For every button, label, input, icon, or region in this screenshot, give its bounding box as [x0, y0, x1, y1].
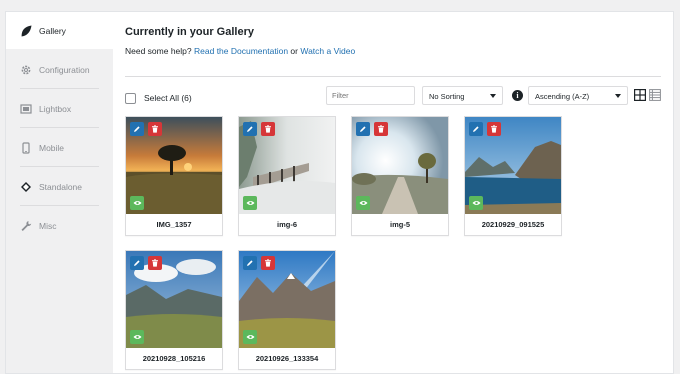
edit-button[interactable]	[243, 256, 257, 270]
delete-button[interactable]	[487, 122, 501, 136]
settings-panel: Gallery Configuration Lightbox Mobile St…	[5, 11, 674, 374]
edit-button[interactable]	[130, 122, 144, 136]
sidebar-item-label: Standalone	[39, 181, 83, 192]
gear-icon	[19, 63, 33, 77]
help-prefix: Need some help?	[125, 46, 192, 56]
gallery-item[interactable]: img-6	[238, 116, 336, 236]
preview-eye-button[interactable]	[130, 196, 144, 210]
sidebar-item-configuration[interactable]: Configuration	[6, 51, 113, 88]
edit-button[interactable]	[243, 122, 257, 136]
sidebar-item-label: Lightbox	[39, 103, 72, 114]
delete-button[interactable]	[261, 256, 275, 270]
list-view-icon[interactable]	[649, 89, 661, 101]
preview-eye-button[interactable]	[130, 330, 144, 344]
sidebar-item-misc[interactable]: Misc	[6, 207, 113, 244]
wrench-icon	[19, 219, 33, 233]
help-text: Need some help? Read the Documentation o…	[125, 46, 355, 56]
leaf-icon	[19, 24, 33, 38]
info-icon[interactable]: i	[512, 90, 523, 101]
mobile-icon	[19, 141, 33, 155]
gallery-caption: 20210928_105216	[142, 354, 206, 363]
sorting-select[interactable]: No Sorting	[422, 86, 503, 105]
select-all-label[interactable]: Select All (6)	[144, 93, 192, 103]
preview-eye-button[interactable]	[469, 196, 483, 210]
delete-button[interactable]	[261, 122, 275, 136]
sidebar-divider	[20, 127, 99, 128]
sidebar-item-label: Gallery	[39, 25, 66, 36]
edit-button[interactable]	[356, 122, 370, 136]
sidebar-item-label: Mobile	[39, 142, 65, 153]
select-all-checkbox[interactable]	[125, 93, 136, 104]
gallery-item[interactable]: 20210929_091525	[464, 116, 562, 236]
sidebar-divider	[20, 166, 99, 167]
edit-button[interactable]	[469, 122, 483, 136]
preview-eye-button[interactable]	[243, 196, 257, 210]
sidebar-item-label: Misc	[39, 220, 57, 231]
sidebar-item-standalone[interactable]: Standalone	[6, 168, 113, 205]
sidebar-item-lightbox[interactable]: Lightbox	[6, 90, 113, 127]
order-value: Ascending (A-Z)	[535, 92, 590, 101]
filter-input[interactable]	[326, 86, 415, 105]
divider	[125, 76, 661, 77]
sidebar-item-gallery[interactable]: Gallery	[6, 12, 113, 49]
delete-button[interactable]	[148, 256, 162, 270]
grid-view-icon[interactable]	[634, 89, 647, 102]
order-select[interactable]: Ascending (A-Z)	[528, 86, 628, 105]
gallery-caption: img-6	[276, 220, 297, 229]
preview-eye-button[interactable]	[356, 196, 370, 210]
gallery-caption: IMG_1357	[156, 220, 192, 229]
delete-button[interactable]	[374, 122, 388, 136]
gallery-item[interactable]: 20210928_105216	[125, 250, 223, 370]
sidebar-item-label: Configuration	[39, 64, 90, 75]
gallery-item[interactable]: 20210926_133354	[238, 250, 336, 370]
lightbox-icon	[19, 102, 33, 116]
gallery-caption: 20210926_133354	[255, 354, 319, 363]
sidebar-divider	[20, 88, 99, 89]
chevron-down-icon	[490, 94, 496, 98]
sidebar-divider	[20, 205, 99, 206]
help-or: or	[290, 46, 298, 56]
gallery-caption: img-5	[389, 220, 410, 229]
preview-eye-button[interactable]	[243, 330, 257, 344]
delete-button[interactable]	[148, 122, 162, 136]
chevron-down-icon	[615, 94, 621, 98]
sorting-value: No Sorting	[429, 92, 465, 101]
gallery-item[interactable]: IMG_1357	[125, 116, 223, 236]
documentation-link[interactable]: Read the Documentation	[194, 46, 288, 56]
gallery-item[interactable]: img-5	[351, 116, 449, 236]
page-title: Currently in your Gallery	[125, 26, 254, 38]
diamond-icon	[19, 180, 33, 194]
sidebar: Gallery Configuration Lightbox Mobile St…	[6, 12, 113, 373]
edit-button[interactable]	[130, 256, 144, 270]
gallery-caption: 20210929_091525	[481, 220, 545, 229]
sidebar-item-mobile[interactable]: Mobile	[6, 129, 113, 166]
video-link[interactable]: Watch a Video	[300, 46, 355, 56]
